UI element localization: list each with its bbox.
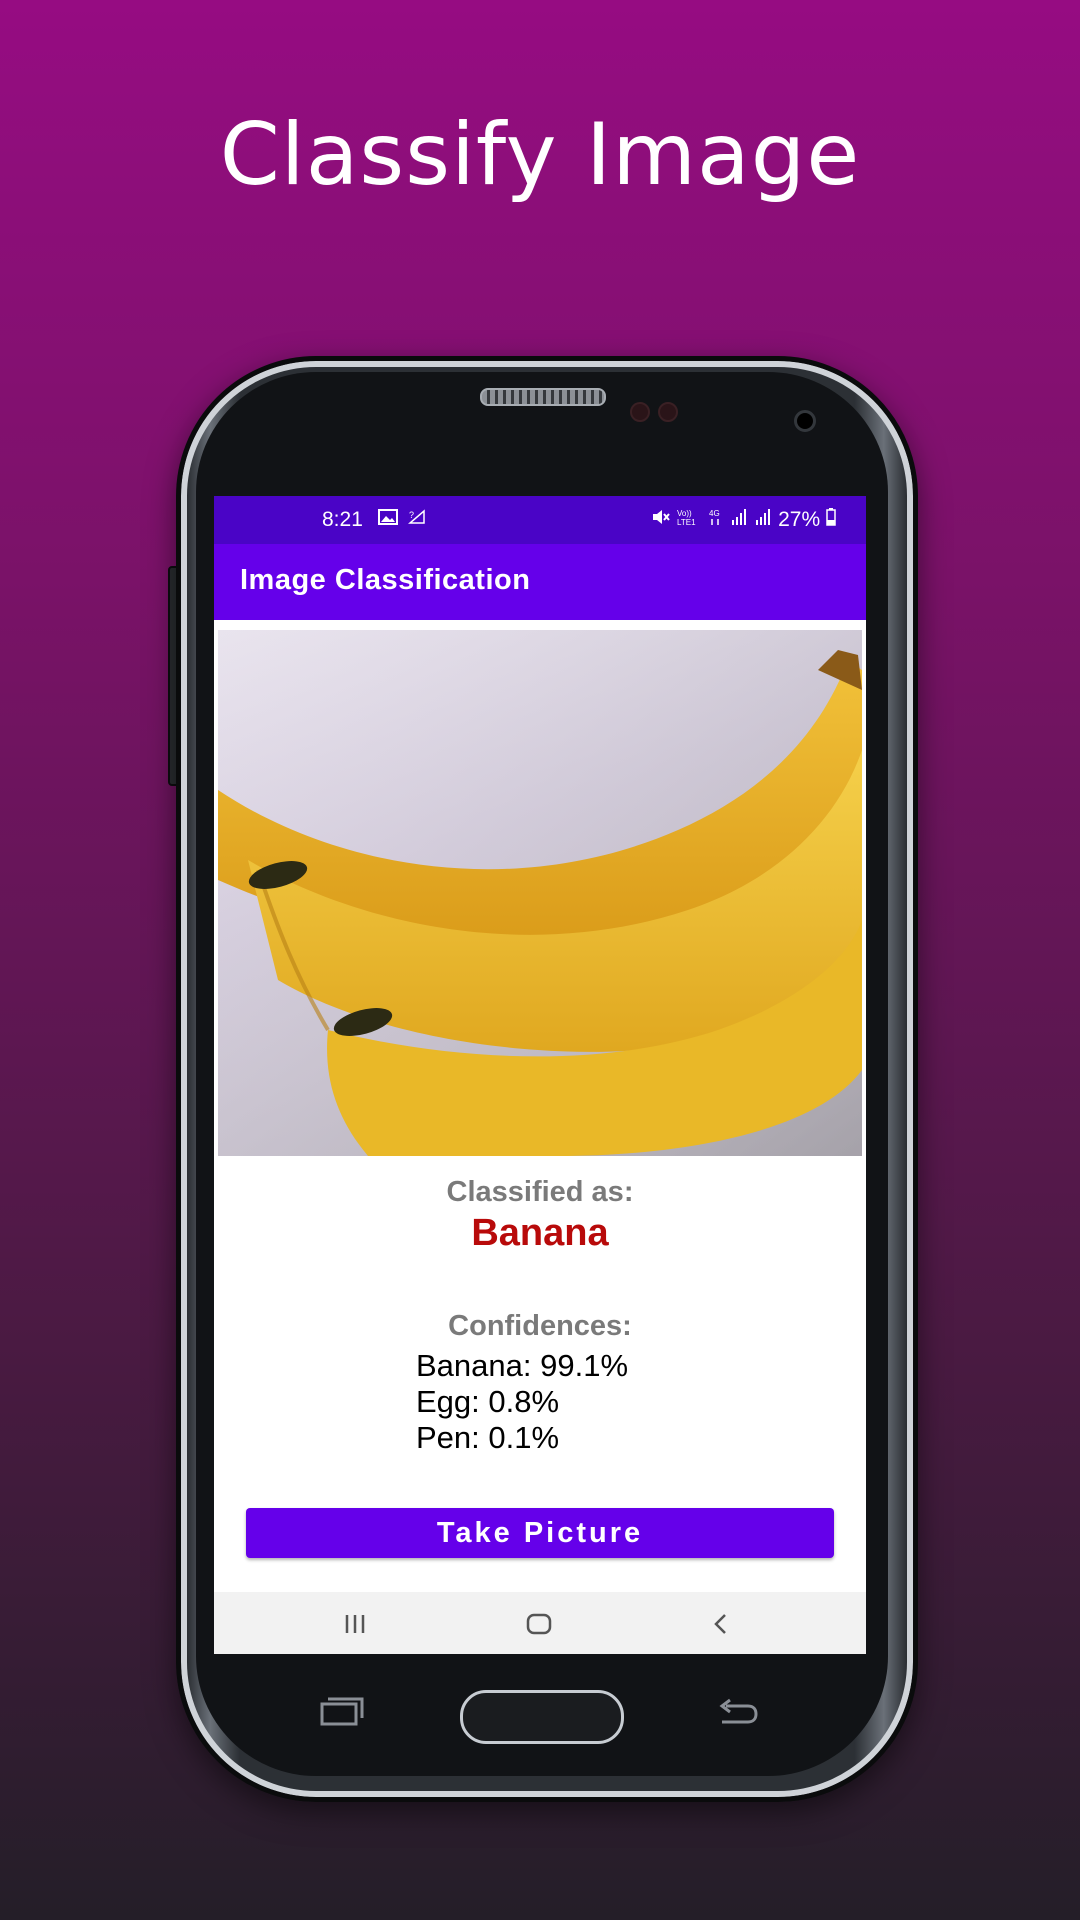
gallery-icon bbox=[378, 509, 398, 525]
hardware-recents-icon bbox=[320, 1696, 364, 1734]
light-sensor bbox=[658, 402, 678, 422]
volte-icon: Vo))LTE1 bbox=[677, 509, 696, 527]
classified-label: Classified as: bbox=[446, 1176, 634, 1208]
status-left-icons: ? bbox=[378, 509, 426, 530]
earpiece-speaker bbox=[480, 388, 606, 406]
battery-percent: 27% bbox=[778, 508, 821, 531]
confidence-item: Pen: 0.1% bbox=[416, 1420, 560, 1455]
status-right: Vo)) LTE1 4G 27% bbox=[651, 508, 836, 532]
home-icon[interactable] bbox=[514, 1604, 564, 1644]
hardware-back-icon bbox=[716, 1696, 760, 1734]
navigation-bar bbox=[214, 1592, 866, 1654]
proximity-sensor bbox=[630, 402, 650, 422]
status-time: 8:21 bbox=[322, 508, 363, 531]
marketing-headline: Classify Image bbox=[219, 105, 861, 205]
recents-icon[interactable] bbox=[330, 1604, 380, 1644]
battery-icon bbox=[826, 508, 836, 526]
mute-icon bbox=[652, 510, 670, 524]
classified-value: Banana bbox=[471, 1212, 609, 1254]
confidence-item: Banana: 99.1% bbox=[416, 1348, 629, 1383]
take-picture-button[interactable]: Take Picture bbox=[246, 1508, 834, 1558]
svg-text:?: ? bbox=[409, 510, 414, 520]
confidence-item: Egg: 0.8% bbox=[416, 1384, 560, 1419]
hardware-home-button bbox=[460, 1690, 624, 1744]
4g-icon: 4G bbox=[709, 509, 720, 525]
signal-icon bbox=[756, 509, 771, 525]
phone-screen: 8:21 ? Vo)) LTE1 4G 27% Image Classificat… bbox=[214, 496, 866, 1654]
no-sim-icon: ? bbox=[408, 509, 426, 524]
svg-text:Vo)): Vo)) bbox=[677, 509, 692, 518]
confidences-label: Confidences: bbox=[448, 1310, 632, 1342]
app-title: Image Classification bbox=[240, 564, 531, 596]
signal-icon bbox=[732, 509, 747, 525]
captured-image bbox=[218, 630, 862, 1156]
back-icon[interactable] bbox=[696, 1604, 746, 1644]
svg-text:LTE1: LTE1 bbox=[677, 518, 696, 526]
svg-text:4G: 4G bbox=[709, 509, 720, 518]
status-bar: 8:21 ? Vo)) LTE1 4G 27% bbox=[214, 496, 866, 544]
app-bar: Image Classification bbox=[214, 544, 866, 620]
front-camera-icon bbox=[794, 410, 816, 432]
